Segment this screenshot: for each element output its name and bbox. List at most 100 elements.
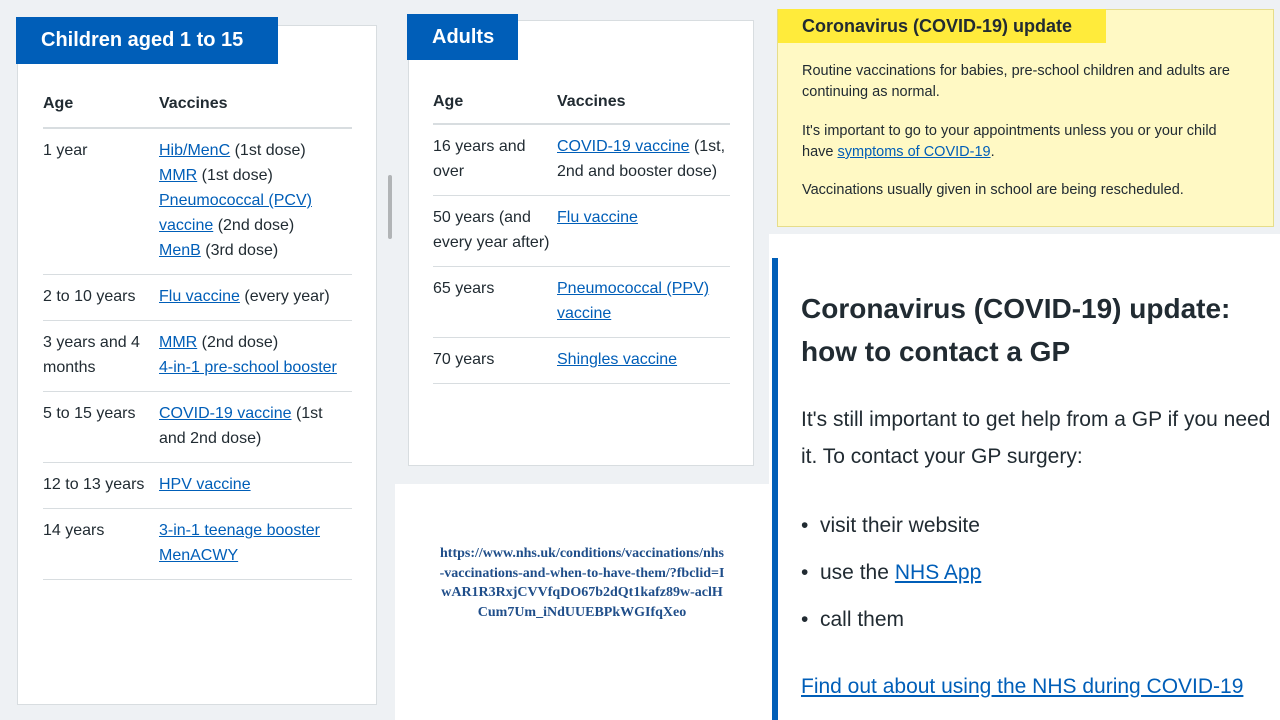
vaccine-link[interactable]: COVID-19 vaccine (557, 138, 690, 155)
vaccine-entry: Hib/MenC (1st dose) (159, 138, 352, 163)
vaccine-link[interactable]: Hib/MenC (159, 142, 230, 159)
bullet-icon: • (801, 608, 809, 631)
covid-update-tag: Coronavirus (COVID-19) update (778, 9, 1106, 43)
table-row: 5 to 15 years COVID-19 vaccine (1st and 2… (43, 392, 352, 463)
vaccines-cell: Shingles vaccine (557, 347, 730, 372)
table-row: 14 years 3-in-1 teenage booster MenACWY (43, 509, 352, 580)
table-row: 65 years Pneumococcal (PPV) vaccine (433, 267, 730, 338)
table-header: Age Vaccines (43, 89, 352, 129)
age-header: Age (43, 95, 74, 112)
age-cell: 5 to 15 years (43, 405, 136, 422)
vaccines-header: Vaccines (557, 93, 626, 110)
covid-update-paragraph-2: It's important to go to your appointment… (802, 121, 1242, 163)
vaccines-cell: 3-in-1 teenage booster MenACWY (159, 518, 352, 568)
age-header: Age (433, 93, 464, 110)
dose-note: (2nd dose) (213, 217, 295, 234)
age-cell: 16 years and over (433, 138, 526, 180)
vaccine-entry: MMR (2nd dose) (159, 330, 352, 355)
table-body: 1 year Hib/MenC (1st dose) MMR (1st dose) P… (43, 129, 352, 580)
vaccines-cell: COVID-19 vaccine (1st and 2nd dose) (159, 401, 352, 451)
children-vaccine-table: Age Vaccines 1 year Hib/MenC (1st dose) MM… (43, 89, 352, 580)
vaccine-link[interactable]: Flu vaccine (557, 209, 638, 226)
scrollbar-thumb[interactable] (388, 175, 392, 239)
vaccine-link[interactable]: MenB (159, 242, 201, 259)
vaccine-entry: MMR (1st dose) (159, 163, 352, 188)
age-cell: 2 to 10 years (43, 288, 136, 305)
vaccine-entry: HPV vaccine (159, 472, 352, 497)
vaccine-entry: Pneumococcal (PPV) vaccine (557, 276, 730, 326)
covid-update-paragraph-1: Routine vaccinations for babies, pre-sch… (802, 63, 1230, 100)
vaccines-header: Vaccines (159, 95, 228, 112)
age-cell: 1 year (43, 142, 88, 159)
vaccine-entry: COVID-19 vaccine (1st and 2nd dose) (159, 401, 352, 451)
gp-panel-accent-bar (772, 258, 778, 720)
nhs-covid-info-link[interactable]: Find out about using the NHS during COVI… (801, 668, 1243, 706)
age-cell: 12 to 13 years (43, 476, 145, 493)
covid-update-text: . (990, 144, 995, 160)
vaccine-link[interactable]: Flu vaccine (159, 288, 240, 305)
vaccine-entry: Flu vaccine (557, 205, 730, 230)
dose-note: (every year) (239, 288, 330, 305)
table-row: 50 years (and every year after) Flu vacci… (433, 196, 730, 267)
list-item: • call them (801, 598, 981, 645)
adults-heading-tag: Adults (407, 14, 518, 60)
dose-note: (1st dose) (230, 142, 306, 159)
vaccine-entry: COVID-19 vaccine (1st, 2nd and booster d… (557, 134, 730, 184)
age-cell: 70 years (433, 351, 495, 368)
adults-vaccine-table: Age Vaccines 16 years and over COVID-19 v… (433, 87, 730, 384)
vaccine-link[interactable]: MenACWY (159, 547, 238, 564)
covid-update-paragraph-3: Vaccinations usually given in school are… (802, 182, 1184, 198)
bullet-icon: • (801, 561, 809, 584)
source-url-text: https://www.nhs.uk/conditions/vaccinatio… (439, 546, 725, 620)
vaccines-cell: COVID-19 vaccine (1st, 2nd and booster d… (557, 134, 730, 184)
vaccines-cell: Flu vaccine (every year) (159, 284, 352, 309)
age-cell: 3 years and 4 months (43, 334, 140, 376)
vaccine-link[interactable]: HPV vaccine (159, 476, 251, 493)
vaccine-entry: 4-in-1 pre-school booster (159, 355, 352, 380)
dose-note: (3rd dose) (200, 242, 279, 259)
vaccines-cell: Flu vaccine (557, 205, 730, 255)
symptoms-link[interactable]: symptoms of COVID-19 (837, 144, 990, 160)
table-row: 16 years and over COVID-19 vaccine (1st, … (433, 125, 730, 196)
list-item: • use the NHS App (801, 551, 981, 598)
nhs-app-link[interactable]: NHS App (895, 551, 981, 598)
vaccine-entry: Shingles vaccine (557, 347, 730, 372)
age-cell: 65 years (433, 280, 495, 297)
vaccine-entry: MenACWY (159, 543, 352, 568)
table-row: 1 year Hib/MenC (1st dose) MMR (1st dose) P… (43, 129, 352, 275)
vaccine-link[interactable]: COVID-19 vaccine (159, 405, 292, 422)
dose-note: (1st dose) (197, 167, 273, 184)
table-row: 12 to 13 years HPV vaccine (43, 463, 352, 509)
vaccines-cell: MMR (2nd dose) 4-in-1 pre-school booster (159, 330, 352, 380)
vaccine-entry: Flu vaccine (every year) (159, 284, 352, 309)
list-item-text: use the (820, 561, 889, 584)
vaccine-link[interactable]: 3-in-1 teenage booster (159, 522, 320, 539)
vaccine-link[interactable]: Shingles vaccine (557, 351, 677, 368)
vaccines-cell: Pneumococcal (PPV) vaccine (557, 276, 730, 326)
vaccine-link[interactable]: 4-in-1 pre-school booster (159, 359, 337, 376)
dose-note: (2nd dose) (197, 334, 279, 351)
table-row: 3 years and 4 months MMR (2nd dose) 4-in-1… (43, 321, 352, 392)
gp-panel-title: Coronavirus (COVID-19) update: how to co… (801, 293, 1231, 367)
table-row: 2 to 10 years Flu vaccine (every year) (43, 275, 352, 321)
children-heading-tag: Children aged 1 to 15 (16, 17, 278, 64)
table-row: 70 years Shingles vaccine (433, 338, 730, 384)
age-cell: 50 years (and every year after) (433, 209, 550, 251)
vaccine-link[interactable]: Pneumococcal (PPV) vaccine (557, 280, 709, 322)
bullet-icon: • (801, 514, 809, 537)
vaccine-link[interactable]: MMR (159, 167, 197, 184)
vaccines-cell: Hib/MenC (1st dose) MMR (1st dose) Pneumoc… (159, 138, 352, 263)
vaccine-entry: MenB (3rd dose) (159, 238, 352, 263)
vaccine-entry: Pneumococcal (PCV) vaccine (2nd dose) (159, 188, 352, 238)
age-cell: 14 years (43, 522, 105, 539)
table-header: Age Vaccines (433, 87, 730, 125)
table-body: 16 years and over COVID-19 vaccine (1st, … (433, 125, 730, 384)
gp-panel-intro: It's still important to get help from a … (801, 408, 1271, 468)
list-item: • visit their website (801, 504, 981, 551)
vaccine-link[interactable]: MMR (159, 334, 197, 351)
vaccines-cell: HPV vaccine (159, 472, 352, 497)
list-item-text: call them (820, 608, 905, 631)
gp-contact-list: • visit their website • use the NHS App • cal… (801, 504, 981, 645)
list-item-text: visit their website (820, 514, 980, 537)
vaccine-entry: 3-in-1 teenage booster (159, 518, 352, 543)
